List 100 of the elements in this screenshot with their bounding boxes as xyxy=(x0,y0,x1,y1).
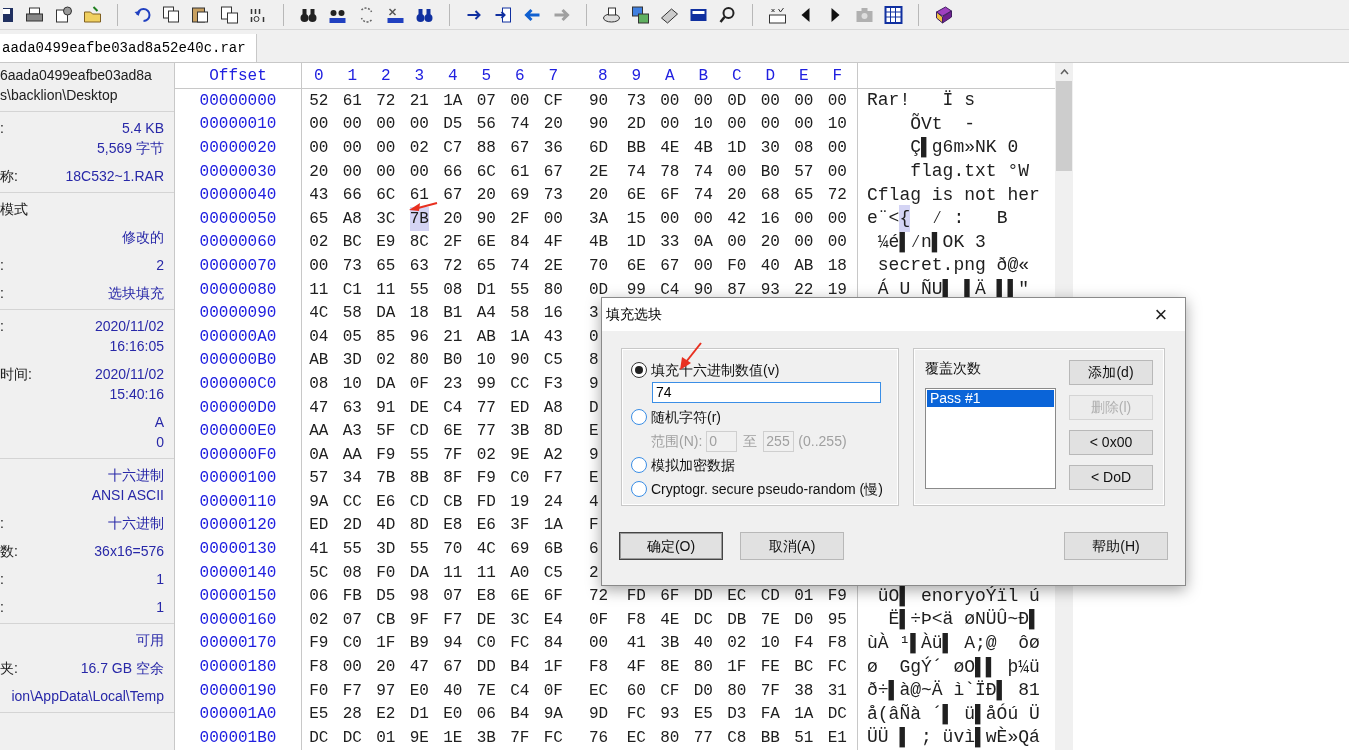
radio-button[interactable] xyxy=(631,481,647,497)
offset-cell-text: 00000160 xyxy=(199,609,277,631)
offset-cell-text: 00000150 xyxy=(199,586,277,608)
hex-byte: 43 xyxy=(309,185,329,207)
hex-byte: 7E xyxy=(760,609,780,631)
radio-button[interactable] xyxy=(631,457,647,473)
hex-byte: 8B xyxy=(409,468,429,490)
hex-byte: B1 xyxy=(443,303,463,325)
hex-byte: C7 xyxy=(443,138,463,159)
hex-byte: 05 xyxy=(342,326,362,348)
hex-byte: 07 xyxy=(476,90,496,112)
pass-item[interactable]: Pass #1 xyxy=(927,390,1054,407)
hex-byte: 6F xyxy=(660,185,680,207)
radio-button[interactable] xyxy=(631,362,647,378)
hex-byte: 20 xyxy=(309,161,329,183)
dialog-button[interactable]: < DoD xyxy=(1069,465,1153,490)
hex-byte: 33 xyxy=(660,232,680,254)
hex-byte: 3C xyxy=(510,609,530,631)
hex-byte: 8C xyxy=(409,232,429,254)
hex-byte: A0 xyxy=(510,562,530,584)
windows-icon[interactable] xyxy=(631,5,650,24)
paste-icon[interactable] xyxy=(191,5,210,24)
hex-value-field[interactable]: 74 xyxy=(652,382,881,403)
hex-byte: 02 xyxy=(309,609,329,631)
hex-byte: 5F xyxy=(376,421,396,443)
disk-icon[interactable] xyxy=(602,5,621,24)
column-heading: 4 xyxy=(446,65,459,87)
hex-byte: B4 xyxy=(510,704,530,726)
hex-byte: 1F xyxy=(727,657,747,679)
hex-byte: F9 xyxy=(309,633,329,655)
print-icon[interactable] xyxy=(25,5,44,24)
hex-byte: F9 xyxy=(476,468,496,490)
hex-byte: 3D xyxy=(342,350,362,372)
hex-byte: 47 xyxy=(309,397,329,419)
hex-byte: 07 xyxy=(443,586,463,608)
hex-byte: 96 xyxy=(409,326,429,348)
hex-byte: 00 xyxy=(794,90,814,112)
hex-byte: 98 xyxy=(409,586,429,608)
column-heading: A xyxy=(663,65,676,87)
hex-byte: 00 xyxy=(660,90,680,112)
offset-cell-text: 000000C0 xyxy=(199,373,277,395)
dialog-title: 填充选块 xyxy=(606,305,662,324)
hex-byte: 61 xyxy=(342,90,362,112)
folder-icon[interactable] xyxy=(83,5,102,24)
hex-byte: 20 xyxy=(589,185,609,207)
hex-byte: 9 xyxy=(589,444,599,466)
hex-byte: F0 xyxy=(309,680,329,702)
info-label: : xyxy=(0,570,4,589)
dialog-button[interactable]: 确定(O) xyxy=(619,532,723,560)
paste-icon[interactable] xyxy=(220,5,239,24)
hex-byte: 00 xyxy=(660,208,680,230)
file-tab[interactable]: aada0499eafbe03ad8a52e40c.rar xyxy=(0,34,257,62)
scroll-up-icon[interactable] xyxy=(1059,69,1069,75)
hex-byte: 74 xyxy=(510,114,530,136)
hex-byte: 77 xyxy=(476,421,496,443)
info-value: 18C532~1.RAR xyxy=(65,167,164,186)
hex-byte: DC xyxy=(309,727,329,749)
info-value: 修改的 xyxy=(122,228,164,247)
undo-icon[interactable] xyxy=(133,5,152,24)
hex-byte: FB xyxy=(342,586,362,608)
hex-byte: 8D xyxy=(543,421,563,443)
ascii-text: Ë▌÷Þ<ä øNÜÛ~Ð▌ xyxy=(887,607,1040,632)
dialog-button[interactable]: 取消(A) xyxy=(740,532,844,560)
hex-byte: 73 xyxy=(543,185,563,207)
hex-byte: C5 xyxy=(543,350,563,372)
dialog-button[interactable]: 添加(d) xyxy=(1069,360,1153,385)
hex-byte: 6E xyxy=(626,255,646,277)
help-button[interactable]: 帮助(H) xyxy=(1064,532,1168,560)
goto-icon[interactable] xyxy=(494,5,513,24)
ascii-text: ÜÜ ▌ ; üvì▌wÈ»Qá xyxy=(867,725,1040,750)
hex-byte: 6E xyxy=(626,185,646,207)
hex-byte: 3D xyxy=(376,539,396,561)
hex-byte: 4F xyxy=(543,232,563,254)
hex-byte: 1F xyxy=(543,657,563,679)
hex-byte: 77 xyxy=(476,397,496,419)
checklist-icon[interactable] xyxy=(768,5,787,24)
book-icon[interactable] xyxy=(934,5,953,24)
info-label: : xyxy=(0,514,4,533)
hex-byte: 72 xyxy=(827,185,847,207)
hex-byte: 11 xyxy=(309,279,329,301)
radio-button[interactable] xyxy=(631,409,647,425)
hex-byte: 30 xyxy=(760,138,780,159)
hex-byte: 00 xyxy=(827,161,847,183)
close-button[interactable]: × xyxy=(1151,303,1171,326)
ascii-text: üO▌ enoryoÝïl ú xyxy=(876,584,1040,608)
ram-chip-icon[interactable] xyxy=(660,5,679,24)
hex-byte: 55 xyxy=(409,539,429,561)
properties-icon[interactable] xyxy=(54,5,73,24)
column-heading: 9 xyxy=(630,65,643,87)
range-hint: (0..255) xyxy=(798,431,847,451)
hex-byte: 0D xyxy=(589,279,609,301)
hex-byte: 4D xyxy=(376,515,396,537)
info-label: : xyxy=(0,119,4,138)
hex-byte: 56 xyxy=(476,114,496,136)
info-label: 称: xyxy=(0,167,18,186)
table-icon[interactable] xyxy=(884,5,903,24)
dialog-button[interactable]: < 0x00 xyxy=(1069,430,1153,455)
scrollbar-thumb[interactable] xyxy=(1056,81,1072,171)
copy-icon[interactable] xyxy=(162,5,181,24)
search-icon[interactable] xyxy=(718,5,737,24)
